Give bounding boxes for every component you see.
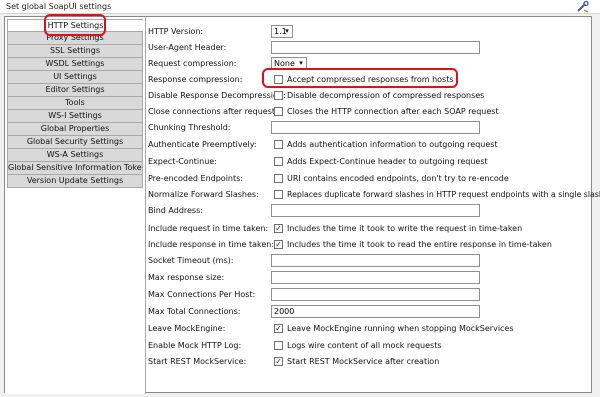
tab-tools[interactable]: Tools: [7, 97, 143, 110]
include-response-time-checkbox[interactable]: ✓: [274, 240, 283, 249]
row-authenticate-preemptively: Authenticate Preemptively: Adds authenti…: [146, 137, 591, 152]
tool-icon[interactable]: [576, 1, 590, 13]
tab-wsdl-settings[interactable]: WSDL Settings: [7, 58, 143, 71]
row-start-rest-mockservice: Start REST MockService: ✓ Start REST Moc…: [146, 354, 591, 369]
chunking-threshold-label: Chunking Threshold:: [148, 123, 231, 132]
authenticate-preemptively-checkbox[interactable]: [274, 140, 283, 149]
close-connections-checkbox[interactable]: [274, 107, 283, 116]
disable-decompression-label: Disable Response Decompression:: [148, 91, 286, 100]
enable-mock-http-log-label: Enable Mock HTTP Log:: [148, 341, 242, 350]
max-response-size-label: Max response size:: [148, 273, 225, 282]
tab-editor-settings[interactable]: Editor Settings: [7, 84, 143, 97]
normalize-forward-slashes-label: Normalize Forward Slashes:: [148, 190, 259, 199]
close-connections-label: Close connections after request:: [148, 107, 278, 116]
normalize-forward-slashes-text: Replaces duplicate forward slashes in HT…: [287, 190, 600, 199]
tab-global-properties[interactable]: Global Properties: [7, 123, 143, 136]
row-chunking-threshold: Chunking Threshold:: [146, 120, 591, 135]
chunking-threshold-input[interactable]: [271, 121, 480, 134]
response-compression-text: Accept compressed responses from hosts: [287, 75, 454, 84]
http-version-label: HTTP Version:: [148, 27, 204, 36]
tab-version-update-settings[interactable]: Version Update Settings: [7, 175, 143, 188]
tab-ws-i-settings[interactable]: WS-I Settings: [7, 110, 143, 123]
request-compression-label: Request compression:: [148, 59, 237, 68]
response-compression-checkbox[interactable]: [274, 75, 283, 84]
expect-continue-text: Adds Expect-Continue header to outgoing …: [287, 157, 488, 166]
row-bind-address: Bind Address:: [146, 203, 591, 218]
close-connections-text: Closes the HTTP connection after each SO…: [287, 107, 499, 116]
chevron-down-icon: ▾: [285, 27, 289, 35]
normalize-forward-slashes-checkbox[interactable]: [274, 190, 283, 199]
chevron-down-icon: ▾: [299, 59, 303, 67]
bind-address-input[interactable]: [271, 204, 480, 217]
include-request-time-text: Includes the time it took to write the r…: [287, 224, 523, 233]
settings-tab-list: HTTP Settings Proxy Settings SSL Setting…: [5, 17, 145, 192]
max-total-connections-input[interactable]: 2000: [271, 305, 480, 318]
max-connections-per-host-input[interactable]: [271, 288, 480, 301]
settings-dialog: Set global SoapUI settings HTTP Settings…: [0, 0, 600, 397]
max-total-connections-label: Max Total Connections:: [148, 307, 241, 316]
enable-mock-http-log-text: Logs wire content of all mock requests: [287, 341, 442, 350]
socket-timeout-input[interactable]: [271, 254, 480, 267]
sidebar-empty-area: [5, 195, 145, 394]
expect-continue-label: Expect-Continue:: [148, 157, 217, 166]
row-http-version: HTTP Version: 1.1 ▾: [146, 24, 591, 39]
max-response-size-input[interactable]: [271, 271, 480, 284]
row-user-agent: User-Agent Header:: [146, 40, 591, 55]
row-include-request-time: Include request in time taken: ✓ Include…: [146, 221, 591, 236]
pre-encoded-endpoints-checkbox[interactable]: [274, 174, 283, 183]
title-bar: Set global SoapUI settings: [0, 0, 600, 14]
row-max-total-connections: Max Total Connections: 2000: [146, 304, 591, 319]
row-enable-mock-http-log: Enable Mock HTTP Log: Logs wire content …: [146, 338, 591, 353]
row-response-compression: Response compression: Accept compressed …: [146, 72, 591, 87]
bind-address-label: Bind Address:: [148, 206, 203, 215]
row-request-compression: Request compression: None ▾: [146, 56, 591, 71]
disable-decompression-text: Disable decompression of compressed resp…: [287, 91, 485, 100]
tab-global-security-settings[interactable]: Global Security Settings: [7, 136, 143, 149]
start-rest-mockservice-checkbox[interactable]: ✓: [274, 357, 283, 366]
include-response-time-text: Includes the time it took to read the en…: [287, 240, 552, 249]
row-include-response-time: Include response in time taken: ✓ Includ…: [146, 237, 591, 252]
pre-encoded-endpoints-text: URI contains encoded endpoints, don't tr…: [287, 174, 509, 183]
tab-ui-settings[interactable]: UI Settings: [7, 71, 143, 84]
tab-ssl-settings[interactable]: SSL Settings: [7, 45, 143, 58]
row-normalize-forward-slashes: Normalize Forward Slashes: Replaces dupl…: [146, 187, 600, 202]
row-expect-continue: Expect-Continue: Adds Expect-Continue he…: [146, 154, 591, 169]
max-connections-per-host-label: Max Connections Per Host:: [148, 290, 256, 299]
expect-continue-checkbox[interactable]: [274, 157, 283, 166]
tab-http-settings[interactable]: HTTP Settings: [7, 19, 143, 32]
disable-decompression-checkbox[interactable]: [274, 91, 283, 100]
row-max-response-size: Max response size:: [146, 270, 591, 285]
request-compression-value: None: [274, 59, 295, 68]
include-request-time-checkbox[interactable]: ✓: [274, 224, 283, 233]
include-response-time-label: Include response in time taken:: [148, 240, 275, 249]
row-disable-decompression: Disable Response Decompression: Disable …: [146, 88, 591, 103]
authenticate-preemptively-text: Adds authentication information to outgo…: [287, 140, 498, 149]
tab-proxy-settings[interactable]: Proxy Settings: [7, 32, 143, 45]
user-agent-label: User-Agent Header:: [148, 43, 227, 52]
row-leave-mockengine: Leave MockEngine: ✓ Leave MockEngine run…: [146, 321, 591, 336]
leave-mockengine-checkbox[interactable]: ✓: [274, 324, 283, 333]
request-compression-select[interactable]: None ▾: [271, 57, 307, 70]
user-agent-input[interactable]: [271, 41, 480, 54]
enable-mock-http-log-checkbox[interactable]: [274, 341, 283, 350]
http-settings-panel: HTTP Version: 1.1 ▾ User-Agent Header: R…: [146, 17, 600, 392]
http-version-select[interactable]: 1.1 ▾: [271, 25, 293, 38]
settings-content: HTTP Settings Proxy Settings SSL Setting…: [4, 16, 600, 394]
row-close-connections: Close connections after request: Closes …: [146, 104, 591, 119]
row-max-connections-per-host: Max Connections Per Host:: [146, 287, 591, 302]
include-request-time-label: Include request in time taken:: [148, 224, 269, 233]
socket-timeout-label: Socket Timeout (ms):: [148, 256, 234, 265]
authenticate-preemptively-label: Authenticate Preemptively:: [148, 140, 257, 149]
tab-global-sensitive-information-tokens[interactable]: Global Sensitive Information Tokens: [7, 162, 143, 175]
window-title: Set global SoapUI settings: [6, 2, 112, 11]
response-compression-label: Response compression:: [148, 75, 243, 84]
tab-ws-a-settings[interactable]: WS-A Settings: [7, 149, 143, 162]
leave-mockengine-label: Leave MockEngine:: [148, 324, 226, 333]
start-rest-mockservice-label: Start REST MockService:: [148, 357, 247, 366]
start-rest-mockservice-text: Start REST MockService after creation: [287, 357, 440, 366]
leave-mockengine-text: Leave MockEngine running when stopping M…: [287, 324, 514, 333]
pre-encoded-endpoints-label: Pre-encoded Endpoints:: [148, 174, 243, 183]
row-pre-encoded-endpoints: Pre-encoded Endpoints: URI contains enco…: [146, 171, 591, 186]
row-socket-timeout: Socket Timeout (ms):: [146, 253, 591, 268]
